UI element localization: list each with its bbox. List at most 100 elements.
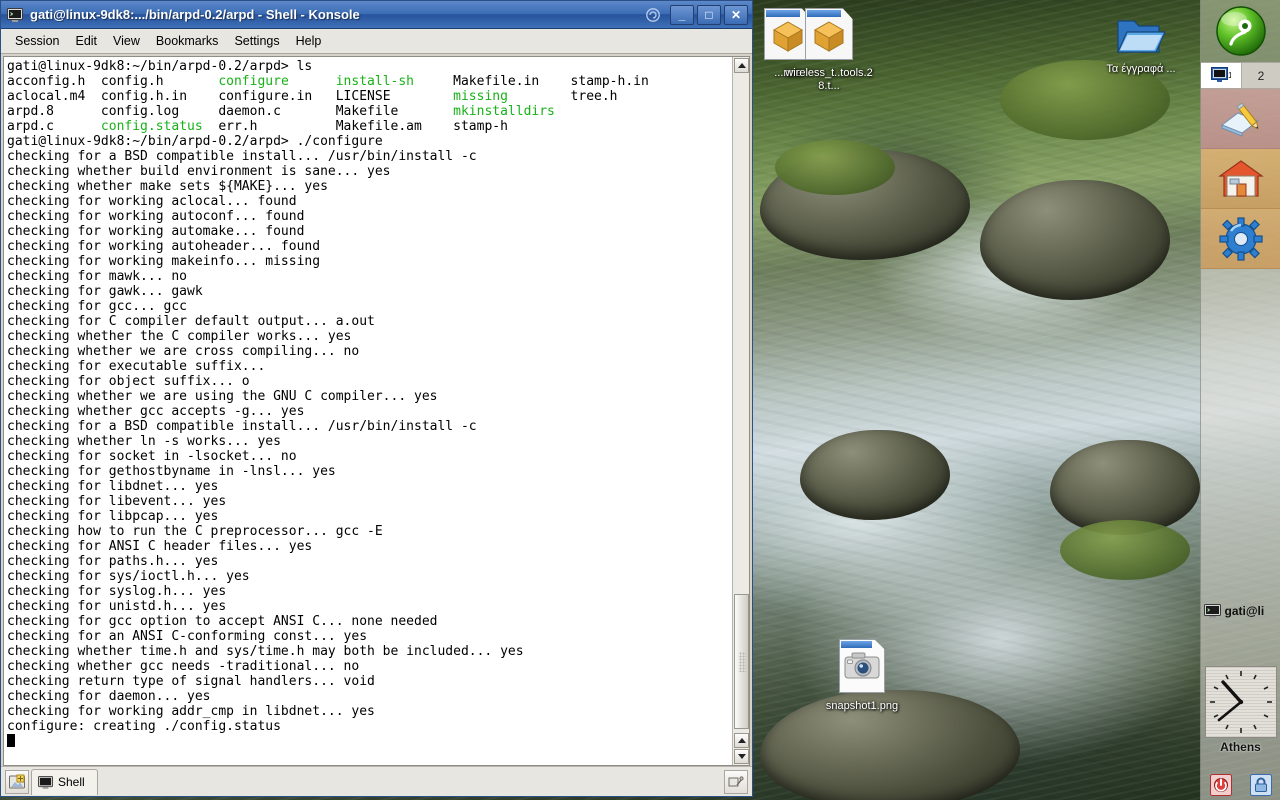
scroll-down-button[interactable] [734,749,749,764]
taskbar-entry-label: gati@li [1224,604,1265,618]
terminal-text: stamp-h [453,119,508,134]
tabbar-empty-space [98,769,724,795]
rock-decoration [800,430,950,520]
terminal-text: configure.in [218,89,336,104]
terminal-text: daemon.c [218,104,336,119]
menu-item-bookmarks[interactable]: Bookmarks [148,31,227,51]
session-tab-shell[interactable]: Shell [31,768,98,795]
window-title: gati@linux-9dk8:.../bin/arpd-0.2/arpd - … [30,7,360,22]
close-button[interactable]: ✕ [724,4,748,25]
maximize-button[interactable]: □ [697,4,721,25]
executable-filename: missing [453,89,571,104]
folder-icon [1095,12,1187,61]
menu-item-view[interactable]: View [105,31,148,51]
terminal-text: checking for an ANSI C-conforming const.… [7,629,368,644]
terminal-text: checking whether gcc needs -traditional.… [7,659,360,674]
gear-icon [1218,216,1263,261]
menu-item-settings[interactable]: Settings [226,31,287,51]
rock-decoration [980,180,1170,300]
terminal-text: checking for syslog.h... yes [7,584,227,599]
terminal-text: Makefile.in [453,74,571,89]
desktop-pager[interactable]: 1 2 [1200,62,1280,89]
terminal-output[interactable]: gati@linux-9dk8:~/bin/arpd-0.2/arpd> ls … [4,57,732,765]
desktop-icon-label: Τα έγγραφά ... [1106,63,1176,75]
padlock-icon [1249,774,1272,796]
terminal-text: checking whether build environment is sa… [7,164,391,179]
launcher-settings[interactable] [1200,209,1280,269]
terminal-text: config.log [100,104,219,119]
lock-screen-button[interactable] [1248,772,1274,798]
terminal-text: err.h [218,119,336,134]
terminal-text: checking how to run the C preprocessor..… [7,524,383,539]
executable-filename: mkinstalldirs [453,104,555,119]
terminal-text: checking for ANSI C header files... yes [7,539,313,554]
moss-decoration [1060,520,1190,580]
package-cube-icon [813,21,845,52]
new-session-button[interactable] [5,769,29,794]
pager-desktop-1[interactable]: 1 [1200,63,1241,88]
sticky-icon[interactable] [645,7,661,23]
terminal-icon [1203,604,1221,618]
terminal-text: stamp-h.in [570,74,649,89]
terminal-text: config.h [100,74,219,89]
terminal-text: checking for libpcap... yes [7,509,219,524]
terminal-icon [7,7,23,22]
moss-decoration [775,140,895,195]
logout-button[interactable] [1208,772,1234,798]
konsole-statusbar[interactable]: Shell [1,766,752,796]
executable-filename: install-sh [335,74,454,89]
terminal-text: checking for daemon... yes [7,689,211,704]
menu-bar[interactable]: Session Edit View Bookmarks Settings Help [1,29,752,54]
terminal-text: checking for libevent... yes [7,494,227,509]
terminal-text: checking for working makeinfo... missing [7,254,321,269]
terminal-text: checking for gawk... gawk [7,284,203,299]
kmenu-button[interactable] [1200,0,1280,62]
konsole-window[interactable]: gati@linux-9dk8:.../bin/arpd-0.2/arpd - … [0,0,753,797]
window-titlebar[interactable]: gati@linux-9dk8:.../bin/arpd-0.2/arpd - … [1,1,752,29]
taskbar-entry-konsole[interactable]: gati@li [1203,599,1280,623]
scrollbar-thumb[interactable] [734,594,749,729]
terminal-area[interactable]: gati@linux-9dk8:~/bin/arpd-0.2/arpd> ls … [3,56,750,766]
session-tools-icon [728,775,744,786]
desktop-icon-snapshot-png[interactable]: snapshot1.png [816,639,908,713]
terminal-text: checking for mawk... no [7,269,188,284]
panel-bottom-buttons[interactable] [1201,772,1280,798]
terminal-scrollbar[interactable] [732,57,749,765]
terminal-text: checking whether gcc accepts -g... yes [7,404,305,419]
terminal-text: checking for working autoconf... found [7,209,305,224]
desktop: ...nne wireless_t..tools.28.t... Τα έγγρ… [0,0,1280,800]
scroll-up-button-bottom[interactable] [734,733,749,748]
menu-item-help[interactable]: Help [288,31,330,51]
terminal-text: gati@linux-9dk8:~/bin/arpd-0.2/arpd> ls [7,59,313,74]
menu-item-edit[interactable]: Edit [67,31,105,51]
session-tab-label: Shell [58,775,85,789]
minimize-button[interactable]: _ [670,4,694,25]
pager-desktop-2[interactable]: 2 [1240,63,1280,88]
terminal-text: checking for working automake... found [7,224,305,239]
terminal-text: checking whether make sets ${MAKE}... ye… [7,179,328,194]
terminal-text: tree.h [570,89,618,104]
terminal-text: Makefile [335,104,454,119]
camera-icon [844,652,880,679]
session-tools-button[interactable] [724,769,748,794]
terminal-text: checking for a BSD compatible install...… [7,419,477,434]
launcher-home[interactable] [1200,149,1280,209]
terminal-text: checking for gcc option to accept ANSI C… [7,614,438,629]
chevron-up-icon [737,738,746,743]
desktop-icon-archive-wireless-tools[interactable]: wireless_t..tools.28.t... [783,8,875,93]
terminal-text: checking whether the C compiler works...… [7,329,352,344]
desktop-icon-documents-folder[interactable]: Τα έγγραφά ... [1095,12,1187,76]
kde-panel[interactable]: 1 2 gati@li Athens [1200,0,1280,800]
scroll-up-button[interactable] [734,58,749,73]
clock-widget[interactable]: Athens [1201,666,1280,754]
launcher-kwrite[interactable] [1200,89,1280,149]
terminal-text: checking whether time.h and sys/time.h m… [7,644,524,659]
terminal-text: checking for libdnet... yes [7,479,219,494]
chevron-up-icon [737,63,746,68]
image-file-icon [816,639,908,698]
menu-item-session[interactable]: Session [7,31,67,51]
scrollbar-grip [739,651,746,672]
terminal-text: Makefile.am [335,119,454,134]
taskbar-area[interactable]: gati@li Athens [1201,269,1280,800]
